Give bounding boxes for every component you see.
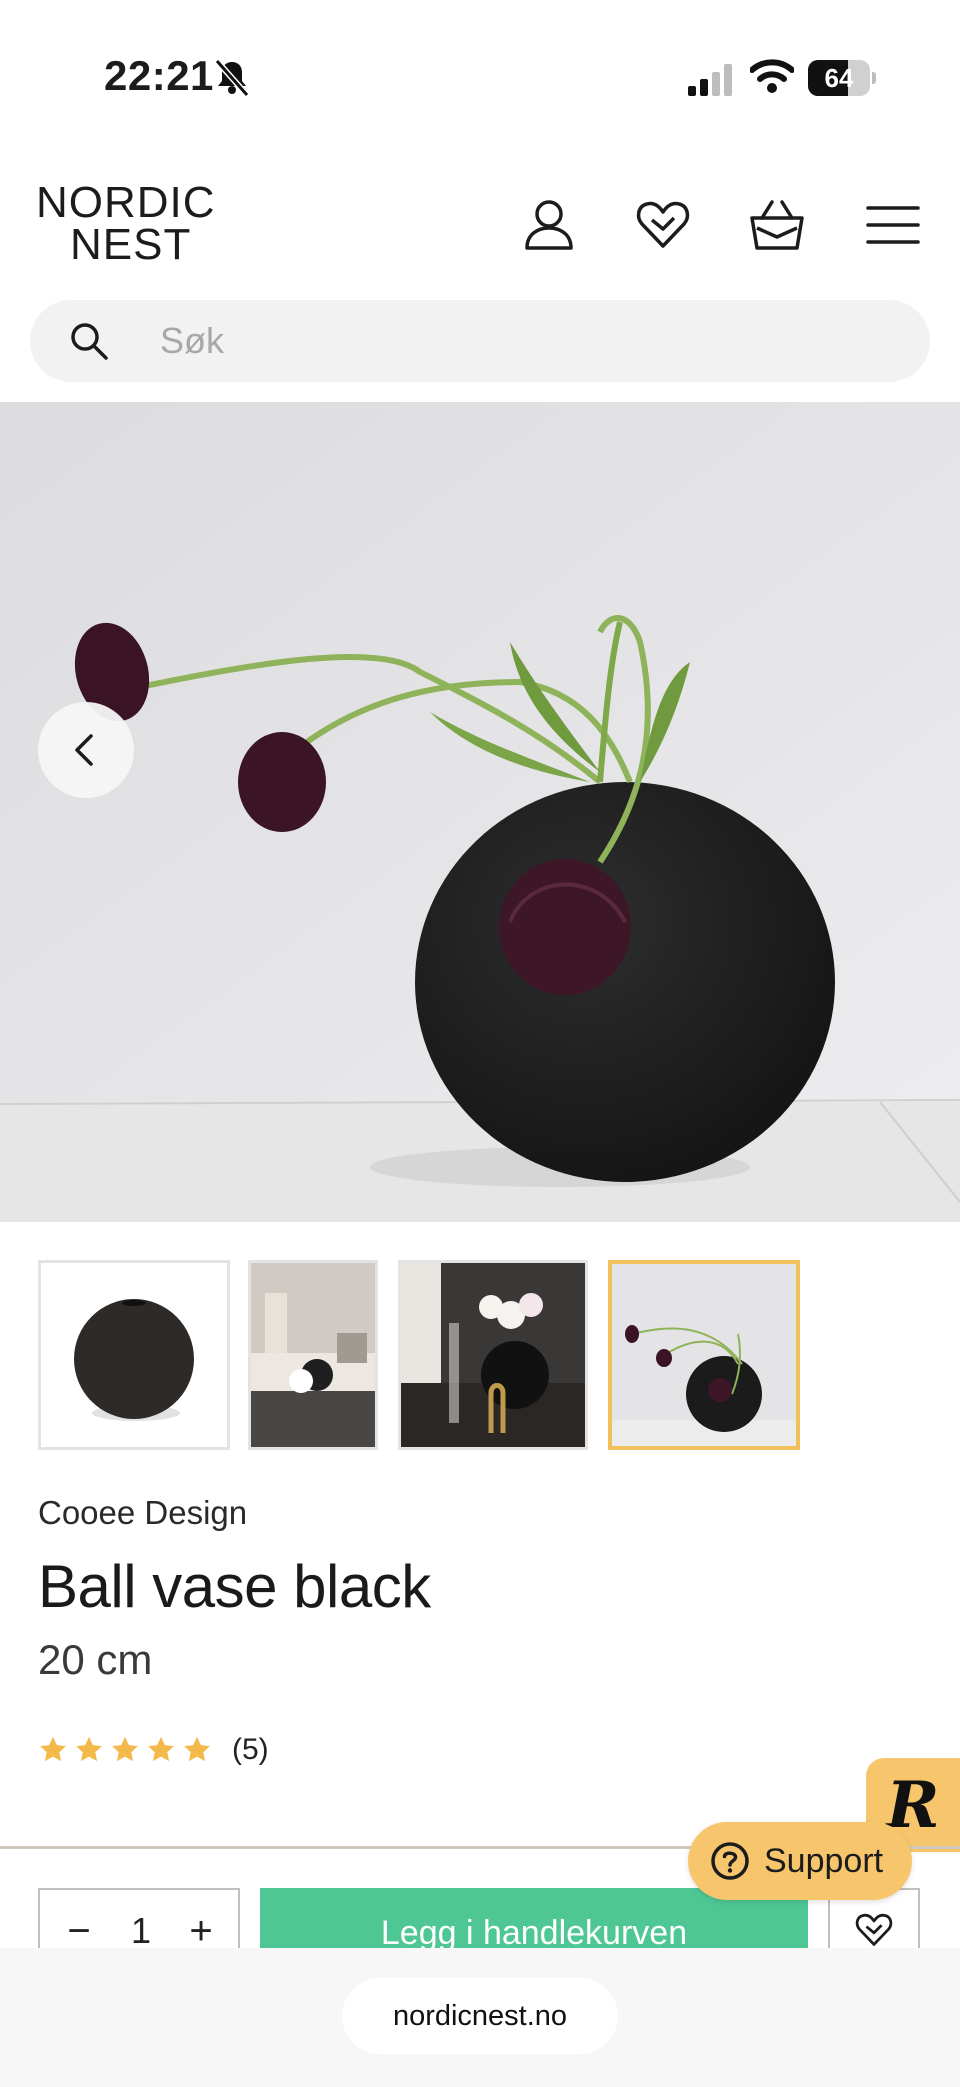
wifi-icon [749, 58, 795, 94]
star-icon [148, 1736, 174, 1762]
quantity-increase-button[interactable]: + [176, 1906, 226, 1948]
menu-icon[interactable] [864, 196, 922, 254]
product-brand[interactable]: Cooee Design [38, 1494, 247, 1532]
bell-slash-icon [214, 58, 250, 98]
star-icon [112, 1736, 138, 1762]
support-button[interactable]: Support [688, 1822, 912, 1900]
search-bar[interactable] [30, 300, 930, 382]
site-header: NORDIC NEST [0, 160, 960, 290]
address-bar[interactable]: nordicnest.no [342, 1978, 618, 2054]
logo-line-2: NEST [70, 220, 192, 269]
quantity-stepper: − 1 + [38, 1888, 240, 1948]
star-icon [184, 1736, 210, 1762]
cellular-signal-icon [688, 64, 736, 96]
product-size: 20 cm [38, 1636, 153, 1683]
quantity-decrease-button[interactable]: − [54, 1906, 104, 1948]
battery-indicator: 64 [808, 60, 876, 96]
product-rating[interactable]: (5) [38, 1730, 269, 1770]
wishlist-icon [855, 1913, 893, 1946]
browser-bottom-bar: nordicnest.no [0, 1948, 960, 2087]
previous-image-button[interactable] [38, 702, 134, 798]
chevron-left-icon [75, 734, 93, 766]
support-label: Support [764, 1841, 884, 1880]
account-icon[interactable] [520, 196, 578, 254]
thumbnail-4[interactable] [608, 1260, 800, 1450]
thumbnail-3[interactable] [398, 1260, 588, 1450]
status-time: 22:21 [104, 52, 214, 99]
cart-icon[interactable] [748, 196, 806, 254]
question-circle-icon [711, 1842, 749, 1880]
quantity-value[interactable]: 1 [110, 1906, 172, 1948]
battery-level: 64 [824, 63, 854, 93]
wishlist-icon[interactable] [634, 196, 692, 254]
star-icon [40, 1736, 66, 1762]
thumbnail-1[interactable] [38, 1260, 230, 1450]
product-title: Ball vase black [38, 1553, 431, 1620]
rating-count: (5) [232, 1733, 269, 1766]
search-input[interactable] [160, 300, 900, 382]
product-hero-image[interactable] [0, 402, 960, 1222]
logo-line-1: NORDIC [36, 178, 216, 227]
status-bar: 22:21 64 [0, 0, 960, 150]
star-icon [76, 1736, 102, 1762]
thumbnail-2[interactable] [248, 1260, 378, 1450]
search-icon [68, 320, 110, 362]
nordic-nest-logo[interactable]: NORDIC NEST [36, 178, 236, 269]
